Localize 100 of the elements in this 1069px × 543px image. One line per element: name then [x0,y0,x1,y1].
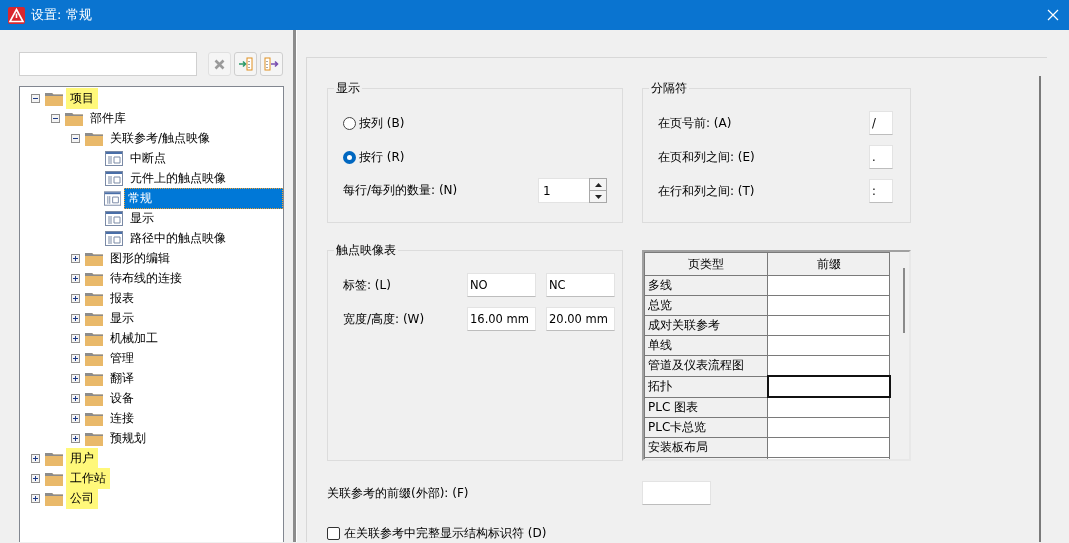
table-cell: PLC 图表 [644,397,768,418]
clear-button[interactable] [208,52,231,76]
expand-all-button[interactable] [234,52,257,76]
folder-icon [85,430,103,446]
folder-icon [85,330,103,346]
table-cell: 安装板布局 [644,437,768,458]
x-icon [214,58,225,70]
tree-item[interactable]: 翻译 [106,367,138,389]
plus-box-icon[interactable] [30,493,40,503]
plus-box-icon[interactable] [70,273,80,283]
tree-item[interactable]: 待布线的连接 [106,267,186,289]
folder-icon [45,450,63,466]
tree-item[interactable]: 关联参考/触点映像 [106,127,215,149]
arrow-out-of-column-icon [264,57,279,71]
input-field[interactable]: NO [467,273,536,297]
input-field[interactable]: : [869,179,893,203]
down-arrow-icon[interactable] [594,194,602,199]
radio-button[interactable] [343,150,356,164]
folder-icon [65,110,83,126]
folder-icon [85,350,103,366]
tree-item[interactable]: 显示 [106,307,138,329]
tree-item[interactable]: 图形的编辑 [106,247,174,269]
table-cell: 总览 [644,295,768,316]
warning-icon [8,6,25,24]
page-icon [105,230,123,246]
folder-icon [85,290,103,306]
radio-label: 按行 (R) [359,148,405,166]
folder-icon [85,370,103,386]
tree-item[interactable]: 路径中的触点映像 [126,227,230,249]
input-field[interactable]: / [869,111,893,135]
page-icon [104,190,122,206]
prefix-cell[interactable] [767,376,890,397]
window-title: 设置: 常规 [31,6,92,24]
table-cell: 管道及仪表流程图 [644,355,768,376]
tree-item[interactable]: 连接 [106,407,138,429]
tree-item[interactable]: 中断点 [126,147,170,169]
folder-icon [85,410,103,426]
tree-item[interactable]: 元件上的触点映像 [126,167,230,189]
table-cell: 成对关联参考 [644,315,768,336]
tree-item[interactable]: 项目 [66,87,98,109]
plus-box-icon[interactable] [70,393,80,403]
tree-item[interactable]: 常规 [124,187,283,209]
folder-icon [85,250,103,266]
search-field[interactable] [19,52,197,76]
up-arrow-icon[interactable] [594,182,602,187]
scrollbar-thumb[interactable] [902,268,905,333]
table-cell: 单线 [644,335,768,356]
input-field[interactable]: 16.00 mm [467,307,536,331]
minus-box-icon[interactable] [70,133,80,143]
tree-item[interactable]: 部件库 [86,107,130,129]
plus-box-icon[interactable] [70,433,80,443]
number-field[interactable]: 1 [538,178,589,203]
tree-item[interactable]: 机械加工 [106,327,162,349]
input-field[interactable]: 20.00 mm [546,307,615,331]
folder-icon [45,490,63,506]
tree-item[interactable]: 报表 [106,287,138,309]
column-header: 页类型 [644,252,768,276]
group-title: 显示 [334,80,362,96]
tree-item[interactable]: 预规划 [106,427,150,449]
table-cell: 多线 [644,275,768,296]
plus-box-icon[interactable] [70,353,80,363]
collapse-all-button[interactable] [260,52,283,76]
group-title: 分隔符 [649,80,689,96]
tree-item[interactable]: 管理 [106,347,138,369]
field-label: 在页号前: (A) [658,114,733,132]
input-field[interactable]: NC [546,273,615,297]
field-label: 在页和列之间: (E) [658,148,756,166]
checkbox[interactable] [327,527,340,540]
tree-item[interactable]: 设备 [106,387,138,409]
tree-item[interactable]: 用户 [66,447,98,469]
page-icon [105,170,123,186]
page-icon [105,210,123,226]
field-label: 宽度/高度: (W) [343,310,426,328]
plus-box-icon[interactable] [30,473,40,483]
arrow-into-column-icon [238,57,253,71]
table-cell: PLC卡总览 [644,417,768,438]
plus-box-icon[interactable] [70,293,80,303]
tree-item[interactable]: 显示 [126,207,158,229]
folder-icon [85,270,103,286]
minus-box-icon[interactable] [50,113,60,123]
input-field[interactable]: . [869,145,893,169]
checkbox-label: 在关联参考中完整显示结构标识符 (D) [344,525,547,542]
folder-icon [45,90,63,106]
vertical-scrollbar[interactable] [1039,76,1041,542]
radio-button[interactable] [343,116,356,130]
input-field[interactable] [642,481,711,505]
minus-box-icon[interactable] [30,93,40,103]
field-label: 每行/每列的数量: (N) [343,182,459,199]
plus-box-icon[interactable] [30,453,40,463]
tree-item[interactable]: 工作站 [66,467,110,489]
group-title: 触点映像表 [334,242,398,258]
plus-box-icon[interactable] [70,413,80,423]
plus-box-icon[interactable] [70,253,80,263]
close-icon[interactable] [1047,9,1059,21]
field-label: 关联参考的前缀(外部): (F) [327,484,470,502]
tree-item[interactable]: 公司 [66,487,98,509]
plus-box-icon[interactable] [70,333,80,343]
field-label: 在行和列之间: (T) [658,182,756,200]
plus-box-icon[interactable] [70,313,80,323]
plus-box-icon[interactable] [70,373,80,383]
